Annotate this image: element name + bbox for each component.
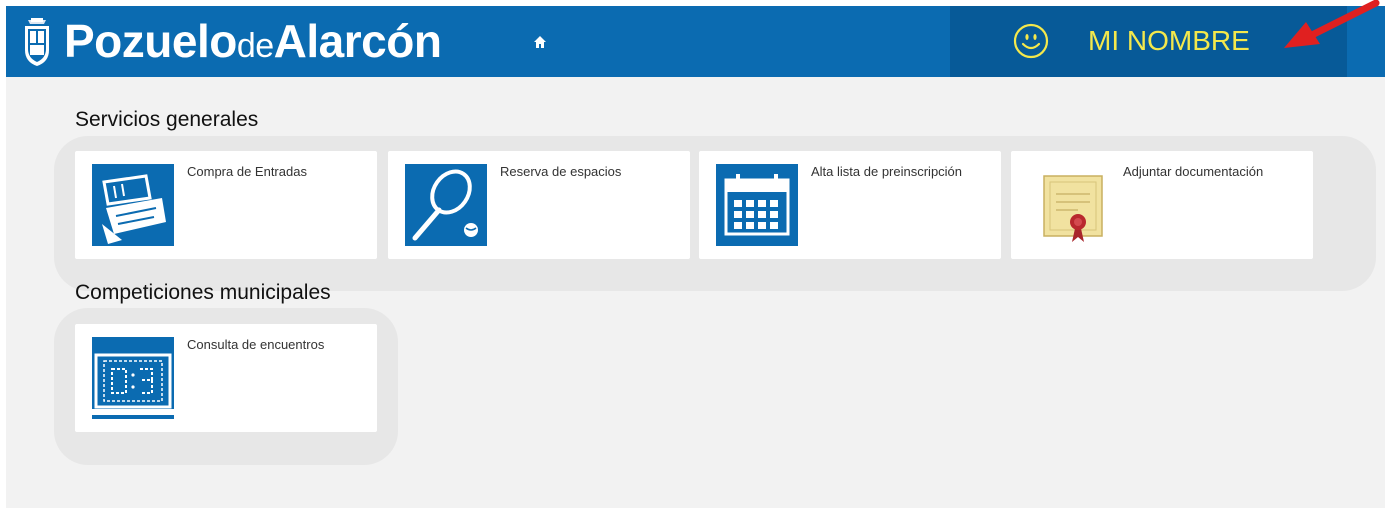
tile-alta-lista[interactable]: Alta lista de preinscripción: [699, 151, 1001, 259]
tile-label: Alta lista de preinscripción: [811, 164, 963, 179]
tickets-icon: [92, 164, 174, 246]
brand-part3: Alarcón: [273, 15, 442, 67]
tile-consulta-encuentros[interactable]: Consulta de encuentros: [75, 324, 377, 432]
section-title-servicios: Servicios generales: [75, 108, 259, 131]
header-bar: PozuelodeAlarcón MI NOMBRE: [6, 6, 1385, 77]
coat-of-arms-icon: [25, 18, 49, 66]
tile-label: Adjuntar documentación: [1123, 164, 1264, 179]
tennis-racket-icon: [405, 164, 487, 246]
calendar-icon: [716, 164, 798, 246]
tile-label: Compra de Entradas: [187, 164, 307, 179]
red-arrow-annotation: [1284, 0, 1380, 48]
section-title-competiciones: Competiciones municipales: [75, 281, 331, 304]
certificate-icon: [1043, 175, 1103, 242]
user-name: MI NOMBRE: [1088, 25, 1250, 56]
tile-adjuntar-documentacion[interactable]: Adjuntar documentación: [1011, 151, 1313, 259]
smiley-icon: [1013, 23, 1049, 59]
scoreboard-icon: [92, 337, 174, 419]
tile-label: Consulta de encuentros: [187, 337, 325, 352]
brand-logo[interactable]: PozuelodeAlarcón: [64, 8, 442, 79]
brand-part1: Pozuelo: [64, 15, 237, 67]
home-icon[interactable]: [534, 36, 546, 48]
brand-part2: de: [236, 27, 274, 65]
tile-label: Reserva de espacios: [500, 164, 622, 179]
tile-compra-entradas[interactable]: Compra de Entradas: [75, 151, 377, 259]
tile-reserva-espacios[interactable]: Reserva de espacios: [388, 151, 690, 259]
